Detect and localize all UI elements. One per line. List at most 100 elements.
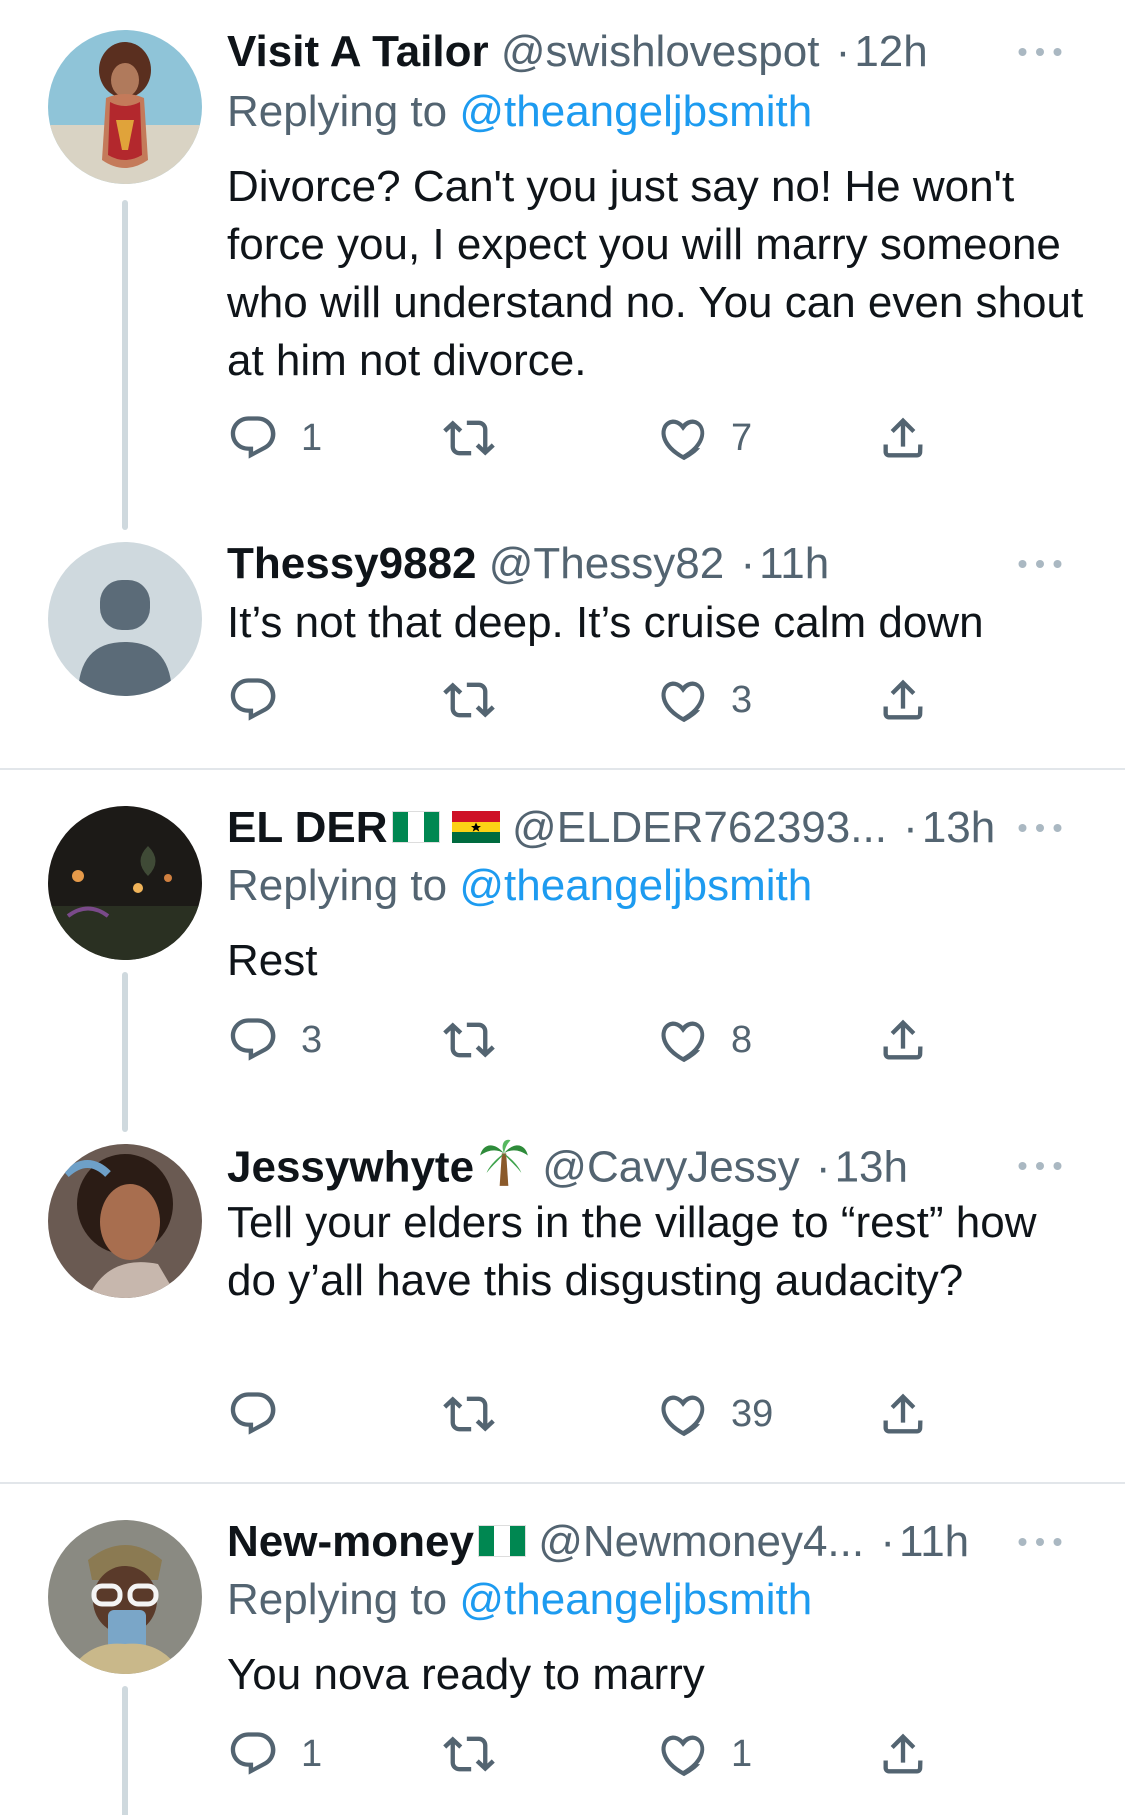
retweet-button[interactable] <box>443 1010 517 1070</box>
tweet-text: You nova ready to marry <box>227 1650 705 1699</box>
user-handle[interactable]: @ELDER762393... <box>512 803 887 852</box>
like-button[interactable]: 7 <box>657 408 752 468</box>
reply-icon <box>227 412 279 464</box>
timestamp[interactable]: 13h <box>835 1143 908 1192</box>
mention-link[interactable]: @theangeljbsmith <box>459 1575 812 1624</box>
heart-icon <box>657 1728 709 1780</box>
ghana-flag-icon <box>452 810 500 844</box>
share-button[interactable] <box>877 1384 929 1444</box>
like-count: 1 <box>731 1732 753 1775</box>
like-button[interactable]: 8 <box>657 1010 752 1070</box>
user-handle[interactable]: @CavyJessy <box>542 1143 799 1192</box>
user-handle[interactable]: @swishlovespot <box>501 27 820 76</box>
like-button[interactable]: 1 <box>657 1724 752 1784</box>
tweet-text: Tell your elders in the village to “rest… <box>227 1198 1037 1305</box>
user-handle[interactable]: @Thessy82 <box>489 539 724 588</box>
replying-to-label: Replying to <box>227 87 448 136</box>
tweet-actions: 39 <box>227 1384 947 1444</box>
replying-to: Replying to @theangeljbsmith <box>227 1572 812 1628</box>
tweet-header: New-money @Newmoney4... ·11h <box>227 1512 1077 1572</box>
tweet-header: EL DER @ELDER762393... ·13h <box>227 798 1077 858</box>
heart-icon <box>657 1014 709 1066</box>
share-icon <box>877 1014 929 1066</box>
reply-button[interactable]: 3 <box>227 1010 322 1070</box>
reply-icon <box>227 674 279 726</box>
tweet-text: Rest <box>227 936 318 985</box>
retweet-icon <box>443 412 495 464</box>
mention-link[interactable]: @theangeljbsmith <box>459 87 812 136</box>
display-name[interactable]: Thessy9882 <box>227 539 477 588</box>
separator: · <box>903 803 918 852</box>
heart-icon <box>657 674 709 726</box>
like-button[interactable]: 3 <box>657 670 752 730</box>
avatar[interactable] <box>48 1520 202 1674</box>
avatar-image <box>48 1520 202 1674</box>
share-button[interactable] <box>877 670 929 730</box>
thread-line <box>122 200 128 530</box>
separator: · <box>835 27 851 76</box>
reply-icon <box>227 1014 279 1066</box>
timestamp[interactable]: 12h <box>854 27 927 76</box>
more-options-icon[interactable] <box>1010 798 1070 858</box>
like-count: 7 <box>731 416 753 459</box>
tweet-actions: 1 7 <box>227 408 947 468</box>
reply-button[interactable]: 1 <box>227 408 322 468</box>
reply-button[interactable] <box>227 1384 301 1444</box>
avatar[interactable] <box>48 1144 202 1298</box>
tweet-header: Thessy9882 @Thessy82 ·11h <box>227 534 1077 594</box>
replying-to-label: Replying to <box>227 1575 448 1624</box>
more-options-icon[interactable] <box>1010 534 1070 594</box>
retweet-button[interactable] <box>443 1724 517 1784</box>
avatar[interactable] <box>48 806 202 960</box>
nigeria-flag-icon <box>392 810 440 844</box>
like-count: 3 <box>731 678 753 721</box>
share-button[interactable] <box>877 1724 929 1784</box>
retweet-icon <box>443 1728 495 1780</box>
avatar-image <box>48 30 202 184</box>
like-count: 8 <box>731 1018 753 1061</box>
retweet-button[interactable] <box>443 1384 517 1444</box>
reply-count: 3 <box>301 1018 323 1061</box>
default-avatar-icon <box>48 542 202 696</box>
name-emoji <box>478 1514 526 1574</box>
reply-button[interactable]: 1 <box>227 1724 322 1784</box>
avatar[interactable] <box>48 542 202 696</box>
reply-icon <box>227 1728 279 1780</box>
share-button[interactable] <box>877 408 929 468</box>
more-options-icon[interactable] <box>1010 1512 1070 1572</box>
reply-icon <box>227 1388 279 1440</box>
display-name[interactable]: EL DER <box>227 803 388 852</box>
retweet-button[interactable] <box>443 670 517 730</box>
name-emoji <box>392 800 500 860</box>
tweet-text: It’s not that deep. It’s cruise calm dow… <box>227 598 984 647</box>
reply-count: 1 <box>301 416 323 459</box>
timestamp[interactable]: 13h <box>922 803 995 852</box>
heart-icon <box>657 412 709 464</box>
tweet-actions: 1 1 <box>227 1724 947 1784</box>
display-name[interactable]: Visit A Tailor <box>227 27 489 76</box>
timestamp[interactable]: 11h <box>759 539 829 588</box>
retweet-button[interactable] <box>443 408 517 468</box>
avatar-image <box>48 806 202 960</box>
replying-to-label: Replying to <box>227 861 448 910</box>
timestamp[interactable]: 11h <box>899 1517 969 1566</box>
tweet-header: Jessywhyte @CavyJessy ·13h <box>227 1136 1077 1196</box>
thread-line <box>122 972 128 1132</box>
share-icon <box>877 1388 929 1440</box>
divider <box>0 1482 1125 1484</box>
avatar[interactable] <box>48 30 202 184</box>
more-options-icon[interactable] <box>1010 1136 1070 1196</box>
separator: · <box>880 1517 895 1566</box>
replying-to: Replying to @theangeljbsmith <box>227 84 812 140</box>
share-icon <box>877 1728 929 1780</box>
share-icon <box>877 412 929 464</box>
display-name[interactable]: New-money <box>227 1517 474 1566</box>
reply-button[interactable] <box>227 670 301 730</box>
like-button[interactable]: 39 <box>657 1384 773 1444</box>
display-name[interactable]: Jessywhyte <box>227 1143 474 1192</box>
user-handle[interactable]: @Newmoney4... <box>538 1517 864 1566</box>
mention-link[interactable]: @theangeljbsmith <box>459 861 812 910</box>
more-options-icon[interactable] <box>1010 22 1070 82</box>
palm-tree-icon <box>478 1136 530 1188</box>
share-button[interactable] <box>877 1010 929 1070</box>
